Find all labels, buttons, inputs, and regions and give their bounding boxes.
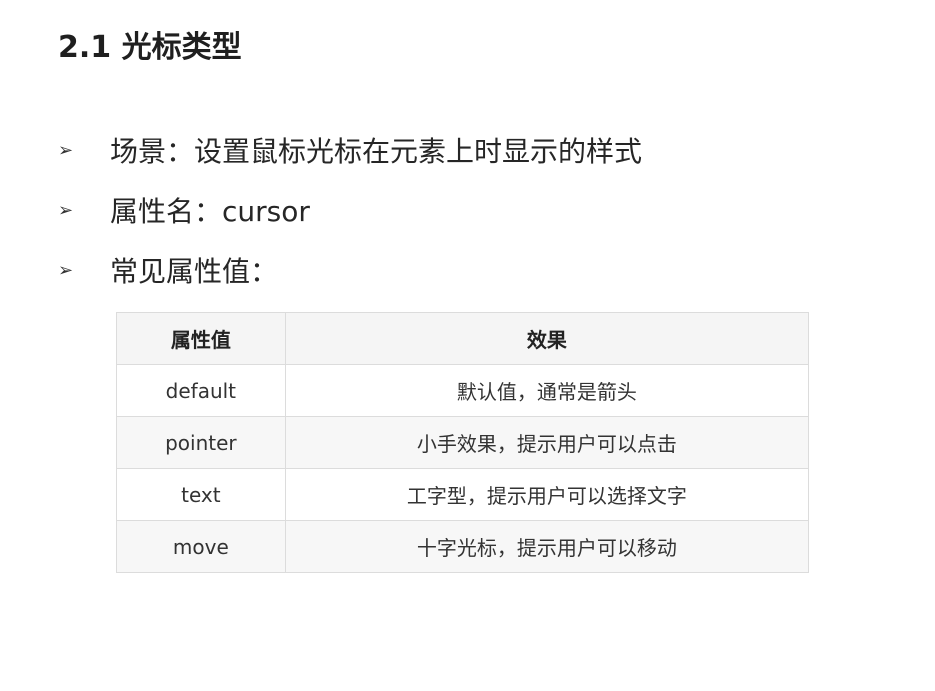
cell-effect: 十字光标，提示用户可以移动 — [284, 520, 810, 573]
bullet-common-values-text: 常见属性值： — [110, 255, 279, 288]
bullet-item: ➢ 场景：设置鼠标光标在元素上时显示的样式 — [58, 120, 642, 180]
cell-value: pointer — [116, 416, 286, 469]
bullet-list: ➢ 场景：设置鼠标光标在元素上时显示的样式 ➢ 属性名：cursor ➢ 常见属… — [58, 120, 642, 300]
bullet-item: ➢ 属性名：cursor — [58, 180, 642, 240]
cell-value: move — [116, 520, 286, 573]
bullet-item: ➢ 常见属性值： — [58, 240, 642, 300]
cell-effect: 默认值，通常是箭头 — [284, 364, 810, 417]
bullet-property-name-text: 属性名：cursor — [110, 195, 310, 228]
page-title: 2.1 光标类型 — [58, 30, 242, 65]
table-row: pointer 小手效果，提示用户可以点击 — [116, 416, 810, 469]
arrowhead-bullet-icon: ➢ — [58, 259, 74, 281]
bullet-scene-text: 场景：设置鼠标光标在元素上时显示的样式 — [110, 135, 643, 168]
header-effect: 效果 — [284, 312, 810, 365]
cell-effect: 工字型，提示用户可以选择文字 — [284, 468, 810, 521]
table-row: text 工字型，提示用户可以选择文字 — [116, 468, 810, 521]
cell-value: text — [116, 468, 286, 521]
cell-value: default — [116, 364, 286, 417]
arrowhead-bullet-icon: ➢ — [58, 199, 74, 221]
arrowhead-bullet-icon: ➢ — [58, 139, 74, 161]
table-row: default 默认值，通常是箭头 — [116, 364, 810, 417]
cell-effect: 小手效果，提示用户可以点击 — [284, 416, 810, 469]
table-header-row: 属性值 效果 — [116, 312, 810, 365]
cursor-values-table: 属性值 效果 default 默认值，通常是箭头 pointer 小手效果，提示… — [116, 312, 810, 573]
table-row: move 十字光标，提示用户可以移动 — [116, 520, 810, 573]
header-property-value: 属性值 — [116, 312, 286, 365]
